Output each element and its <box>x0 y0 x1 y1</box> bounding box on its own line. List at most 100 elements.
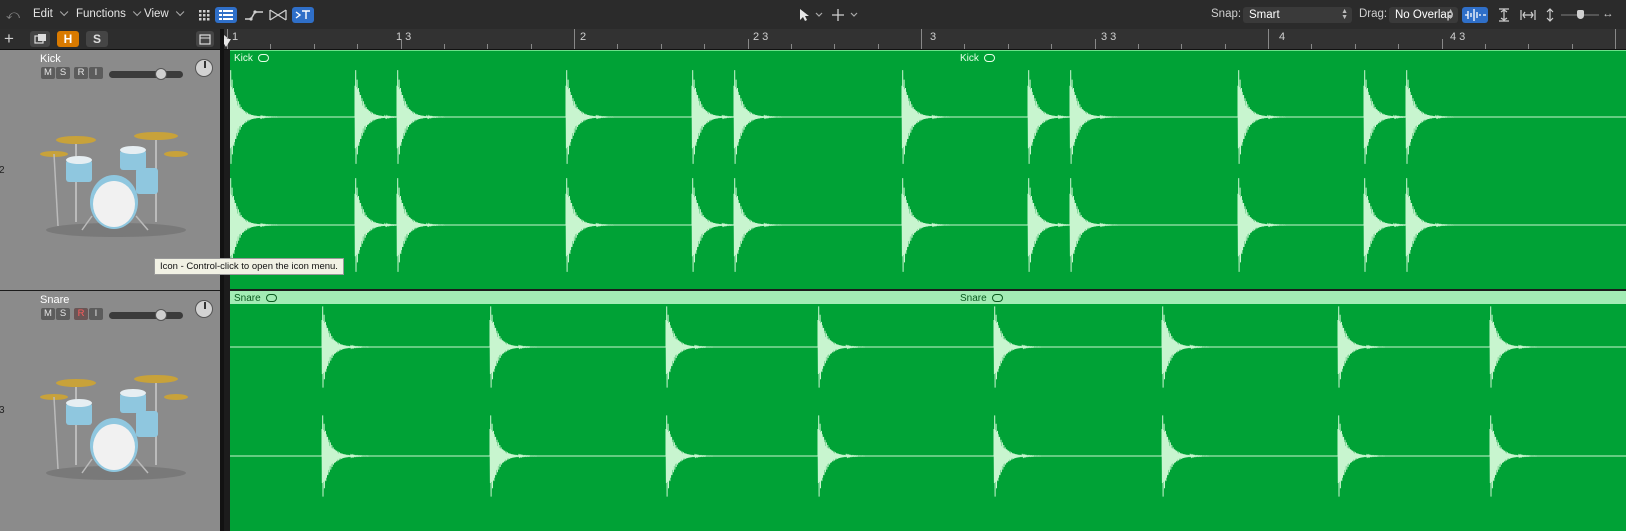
waveform-transient <box>489 306 539 388</box>
track-name[interactable]: Snare <box>40 294 69 306</box>
ruler-label: 1 <box>232 31 239 43</box>
ruler-tick <box>487 44 488 49</box>
ruler-label: 2 <box>580 31 587 43</box>
pan-knob[interactable] <box>195 300 213 318</box>
volume-slider-thumb[interactable] <box>155 309 167 321</box>
ruler-tick <box>1008 44 1009 49</box>
pan-knob[interactable] <box>195 59 213 77</box>
ruler-tick <box>704 44 705 49</box>
catch-button[interactable] <box>196 31 214 47</box>
back-arrow-icon[interactable]: ⤺ <box>6 6 20 23</box>
bar-ruler[interactable]: 1 1 3 2 2 3 3 3 3 4 4 3 <box>224 29 1626 50</box>
chevron-down-icon <box>175 7 185 17</box>
ruler-label: 4 3 <box>1450 31 1466 43</box>
solo-button[interactable]: S <box>56 308 70 320</box>
ruler-tick <box>1181 44 1182 49</box>
solo-button[interactable]: S <box>56 67 70 79</box>
waveform-transient <box>665 306 715 388</box>
snap-value: Smart <box>1249 9 1280 21</box>
region-name-text: Kick <box>234 53 253 64</box>
ruler-tick <box>878 44 879 49</box>
waveform-transient <box>565 70 615 164</box>
track-header-kick[interactable]: 2 Kick M S R I <box>0 50 220 290</box>
drum-kit-icon[interactable] <box>36 122 196 240</box>
playhead-icon[interactable] <box>224 39 231 47</box>
vertical-zoom-icon <box>1499 8 1509 22</box>
drag-label: Drag: <box>1359 8 1388 20</box>
zoom-slider[interactable] <box>1561 10 1599 19</box>
grid-view-button[interactable] <box>193 7 215 23</box>
waveform-transient <box>1161 306 1211 388</box>
ruler-label: 3 <box>930 31 937 43</box>
functions-menu[interactable]: Functions <box>76 6 142 23</box>
duplicate-track-button[interactable] <box>30 31 50 47</box>
hide-button[interactable]: H <box>57 31 79 47</box>
audio-region-kick[interactable]: Kick Kick <box>230 50 1626 289</box>
track-header-snare[interactable]: 3 Snare M S R I <box>0 291 220 531</box>
drag-value: No Overlap <box>1395 9 1454 21</box>
icon-tooltip: Icon - Control-click to open the icon me… <box>154 258 344 275</box>
waveform-transient <box>354 178 404 272</box>
ruler-tick <box>1485 44 1486 49</box>
waveform-transient <box>321 306 371 388</box>
waveform-transient <box>1489 415 1539 497</box>
zoom-slider-thumb[interactable] <box>1577 10 1584 19</box>
pointer-tool-menu[interactable] <box>795 7 829 23</box>
waveform-zoom-button[interactable] <box>1462 7 1488 23</box>
loop-icon <box>991 294 1003 303</box>
audio-region-snare[interactable]: Snare Snare <box>230 291 1626 531</box>
region-name-text: Kick <box>960 53 979 64</box>
list-icon <box>219 10 233 20</box>
waveform-transient <box>993 306 1043 388</box>
mute-button[interactable]: M <box>41 67 55 79</box>
edit-menu[interactable]: Edit <box>33 6 69 23</box>
ruler-tick <box>1572 44 1573 49</box>
waveform-transient <box>817 415 867 497</box>
region-name-text: Snare <box>960 293 987 304</box>
flex-button[interactable] <box>292 7 314 23</box>
crossfade-icon <box>269 9 287 21</box>
waveform-transient <box>817 306 867 388</box>
waveform-transient <box>665 415 715 497</box>
crossfade-button[interactable] <box>267 7 289 23</box>
automation-curve-icon <box>245 10 263 21</box>
ruler-tick <box>444 44 445 49</box>
horizontal-zoom-button[interactable] <box>1517 7 1539 23</box>
snap-select[interactable]: Smart ▲ ▼ <box>1243 7 1352 23</box>
track-header-bar: + H S <box>0 29 224 50</box>
automation-button[interactable] <box>243 7 265 23</box>
drum-kit-icon[interactable] <box>36 365 196 483</box>
ruler-tick <box>921 29 922 49</box>
mute-button[interactable]: M <box>41 308 55 320</box>
ruler-tick <box>1051 44 1052 49</box>
duplicate-icon <box>34 34 46 44</box>
ruler-tick <box>834 44 835 49</box>
list-view-button[interactable] <box>215 7 237 23</box>
track-name[interactable]: Kick <box>40 53 61 65</box>
ruler-tick <box>270 44 271 49</box>
solo-global-button[interactable]: S <box>86 31 108 47</box>
waveform-transient <box>733 178 783 272</box>
vertical-zoom-button[interactable] <box>1493 7 1515 23</box>
waveform-transient <box>1405 70 1455 164</box>
pointer-tool-icon <box>800 9 823 21</box>
add-track-icon[interactable]: + <box>4 29 14 49</box>
ruler-tick <box>1615 29 1616 49</box>
marquee-tool-menu[interactable] <box>829 7 865 23</box>
track-number: 2 <box>0 165 5 176</box>
input-monitor-button[interactable]: I <box>89 67 103 79</box>
waveform-transient <box>230 70 279 164</box>
record-enable-button[interactable]: R <box>74 308 88 320</box>
drag-select[interactable]: No Overlap ▲ ▼ <box>1389 7 1458 23</box>
waveform-transient <box>901 70 951 164</box>
record-enable-button[interactable]: R <box>74 67 88 79</box>
view-menu[interactable]: View <box>144 6 185 23</box>
header-lane-divider[interactable] <box>220 29 224 531</box>
waveform-transient <box>1405 178 1455 272</box>
volume-slider[interactable] <box>109 68 183 80</box>
waveform-transient <box>1337 306 1387 388</box>
input-monitor-button[interactable]: I <box>89 308 103 320</box>
volume-slider[interactable] <box>109 309 183 321</box>
ruler-tick <box>1095 39 1096 49</box>
volume-slider-thumb[interactable] <box>155 68 167 80</box>
